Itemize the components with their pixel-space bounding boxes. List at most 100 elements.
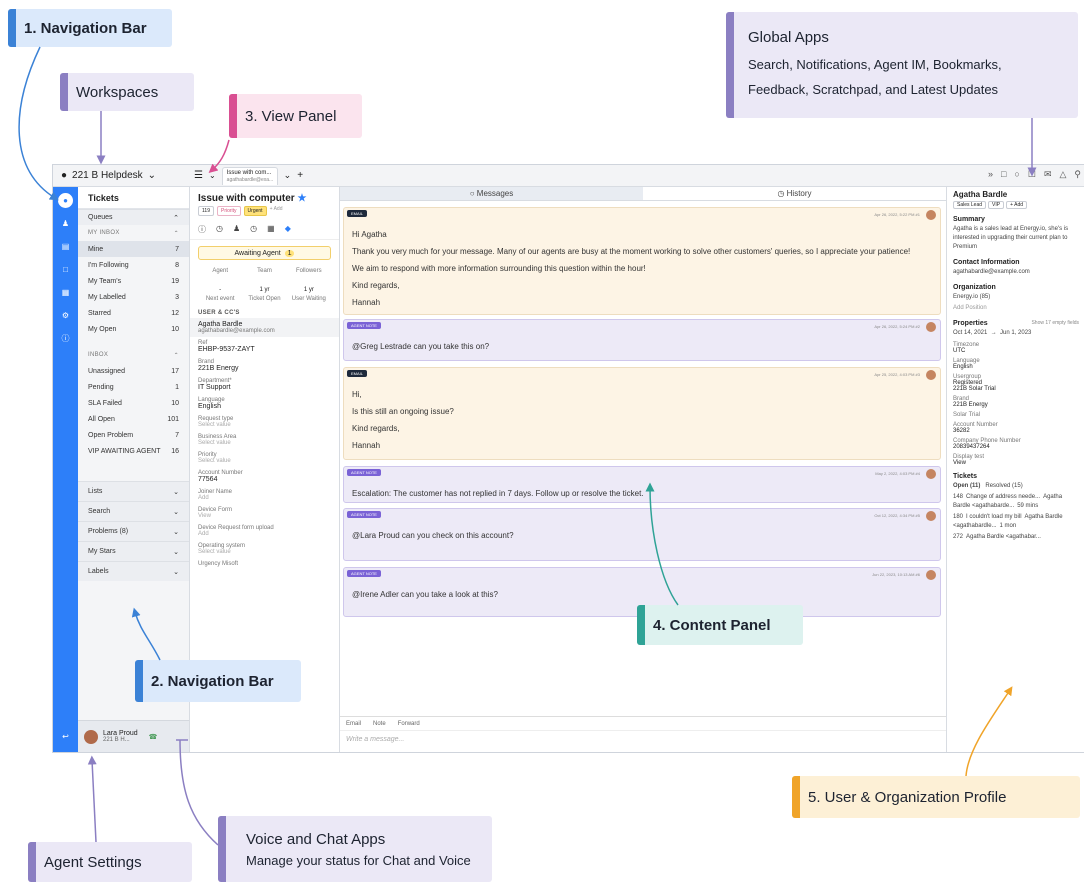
message-input[interactable]: Write a message... xyxy=(340,731,946,748)
view-list-icon[interactable]: ☰ xyxy=(194,170,203,181)
users-app-icon[interactable]: ♟ xyxy=(58,216,73,231)
logout-icon[interactable]: ↩ xyxy=(58,729,73,744)
tab-open[interactable]: Open (11) xyxy=(953,483,980,489)
label-tag[interactable]: Priority xyxy=(216,206,241,216)
queue-item[interactable]: Mine 7 xyxy=(78,241,189,257)
field[interactable]: Ref EHBP-9537-ZAYT xyxy=(190,337,339,356)
field[interactable]: Priority Select value xyxy=(190,449,339,467)
knowledge-app-icon[interactable]: ▤ xyxy=(58,239,73,254)
tab-history[interactable]: ◷ History xyxy=(643,187,946,200)
field[interactable]: Account Number 77564 xyxy=(190,467,339,486)
agent-im-icon[interactable]: ✉ xyxy=(1044,169,1052,180)
new-tab-icon[interactable]: + xyxy=(297,170,303,181)
email-message[interactable]: EMAIL Apr 26, 2022, 5:22 PM #1 Hi Agatha Th… xyxy=(343,207,941,315)
feedback-icon[interactable]: ○ xyxy=(1014,169,1019,180)
queue-item[interactable]: SLA Failed 10 xyxy=(78,395,189,411)
settings-icon[interactable]: ⚙ xyxy=(58,308,73,323)
add-position-button[interactable]: Add Position xyxy=(953,304,1079,313)
email-message[interactable]: EMAIL Apr 25, 2022, 4:03 PM #3 Hi, Is this … xyxy=(343,367,941,460)
field[interactable]: Device Form View xyxy=(190,504,339,522)
star-icon[interactable]: ★ xyxy=(297,193,306,204)
field[interactable]: Device Request form upload Add xyxy=(190,522,339,540)
queue-item[interactable]: My Team's 19 xyxy=(78,273,189,289)
add-label-button[interactable]: + Add xyxy=(270,206,283,216)
organization-name[interactable]: Energy.io (85) xyxy=(953,293,1079,302)
message-line: Hi Agatha xyxy=(352,230,387,239)
field[interactable]: Language English xyxy=(190,394,339,413)
user-card[interactable]: Agatha Bardle agathabardle@example.com xyxy=(190,318,339,337)
queue-item[interactable]: Open Problem 7 xyxy=(78,427,189,443)
search-icon[interactable]: ⚲ xyxy=(1074,169,1081,180)
queue-item[interactable]: My Open 10 xyxy=(78,321,189,337)
callout-workspaces: Workspaces xyxy=(60,73,194,111)
composer-tab[interactable]: Note xyxy=(373,721,386,727)
icon-rail: ● ♟ ▤ □ ▦ ⚙ ⓘ ↩ xyxy=(53,187,78,752)
ticket-title[interactable]: Issue with computer xyxy=(198,193,295,204)
help-icon[interactable]: ⓘ xyxy=(58,331,73,346)
nav-group[interactable]: Labels ⌄ xyxy=(78,561,189,581)
nav-group-label: Search xyxy=(88,508,111,515)
field[interactable]: Department* IT Support xyxy=(190,375,339,394)
chat-app-icon[interactable]: □ xyxy=(58,262,73,277)
chevron-down-icon[interactable]: ⌄ xyxy=(284,170,292,181)
ticket-row[interactable]: 180 I couldn't load my bill Agatha Bardle … xyxy=(953,513,1079,531)
property-value: 20839437264 xyxy=(953,444,990,450)
field[interactable]: Request type Select value xyxy=(190,413,339,431)
profile-tag[interactable]: + Add xyxy=(1006,201,1028,209)
show-empty-fields-link[interactable]: Show 17 empty fields xyxy=(1031,320,1079,326)
queue-item[interactable]: Pending 1 xyxy=(78,379,189,395)
ticket-row[interactable]: 148 Change of address neede... Agatha Bard… xyxy=(953,493,1079,511)
profile-tag[interactable]: VIP xyxy=(988,201,1005,209)
scratchpad-icon[interactable]: □ xyxy=(1001,169,1006,180)
status-selector[interactable]: Awaiting Agent 1 xyxy=(198,246,331,260)
notifications-icon[interactable]: △ xyxy=(1059,169,1066,180)
profile-name[interactable]: Agatha Bardle xyxy=(953,190,1079,199)
nav-group-label: Lists xyxy=(88,488,103,495)
people-icon[interactable]: ♟ xyxy=(233,224,240,235)
composer-tab[interactable]: Forward xyxy=(398,721,420,727)
agent-note[interactable]: AGENT NOTE May 2, 2022, 4:03 PM #4 Escalat… xyxy=(343,466,941,503)
tab-messages[interactable]: ○ Messages xyxy=(340,187,643,200)
nav-group[interactable]: Search ⌄ xyxy=(78,501,189,521)
queues-header[interactable]: Queues ⌃ xyxy=(78,209,189,225)
history-icon[interactable]: ◷ xyxy=(250,224,257,235)
queue-item[interactable]: My Labelled 3 xyxy=(78,289,189,305)
label-tag[interactable]: Urgent xyxy=(243,206,267,216)
queue-item[interactable]: Unassigned 17 xyxy=(78,363,189,379)
agent-note[interactable]: AGENT NOTE Apr 26, 2022, 5:24 PM #2 @Greg … xyxy=(343,319,941,361)
nav-group[interactable]: Lists ⌄ xyxy=(78,481,189,501)
sla-icon[interactable]: ◷ xyxy=(216,224,223,235)
updates-icon[interactable]: » xyxy=(988,169,993,180)
ticket-tab[interactable]: Issue with com... agathabardle@exa... xyxy=(221,166,278,185)
bookmark-icon[interactable]: ☐ xyxy=(1028,169,1036,180)
info-icon[interactable]: ⓘ xyxy=(198,224,206,235)
tickets-app-icon[interactable]: ● xyxy=(58,193,73,208)
agent-settings-bar[interactable]: Lara Proud 221 B H... ☎ xyxy=(78,720,189,752)
voice-chat-status-icon[interactable]: ☎ xyxy=(149,733,158,741)
workspace-switcher[interactable]: ● 221 B Helpdesk ⌄ xyxy=(53,170,190,181)
reports-app-icon[interactable]: ▦ xyxy=(58,285,73,300)
my-inbox-section[interactable]: MY INBOX ⌃ xyxy=(78,225,189,241)
composer-tab[interactable]: Email xyxy=(346,721,361,727)
field[interactable]: Business Area Select value xyxy=(190,431,339,449)
agent-note[interactable]: AGENT NOTE Oct 12, 2022, 4:34 PM #5 @Lara … xyxy=(343,508,941,561)
field[interactable]: Joiner Name Add xyxy=(190,486,339,504)
nav-group[interactable]: Problems (8) ⌄ xyxy=(78,521,189,541)
integration-icon[interactable]: ◆ xyxy=(285,224,291,235)
nav-group[interactable]: My Stars ⌄ xyxy=(78,541,189,561)
grid-label: Next event xyxy=(205,296,235,302)
inbox-section[interactable]: INBOX ⌃ xyxy=(78,347,189,363)
field[interactable]: Brand 221B Energy xyxy=(190,356,339,375)
field[interactable]: Operating system Select value xyxy=(190,540,339,558)
queue-item[interactable]: All Open 101 xyxy=(78,411,189,427)
queue-item[interactable]: I'm Following 8 xyxy=(78,257,189,273)
tab-resolved[interactable]: Resolved (15) xyxy=(985,483,1022,489)
tasks-icon[interactable]: ▦ xyxy=(267,224,275,235)
queue-item[interactable]: Starred 12 xyxy=(78,305,189,321)
grid-label: Ticket Open xyxy=(248,296,281,302)
profile-email[interactable]: agathabardle@example.com xyxy=(953,268,1079,277)
profile-tag[interactable]: Sales Lead xyxy=(953,201,987,209)
chevron-down-icon[interactable]: ⌄ xyxy=(209,171,216,180)
queue-item[interactable]: VIP AWAITING AGENT 16 xyxy=(78,443,189,459)
ticket-row[interactable]: 272 Agatha Bardle <agathabar... xyxy=(953,533,1079,542)
